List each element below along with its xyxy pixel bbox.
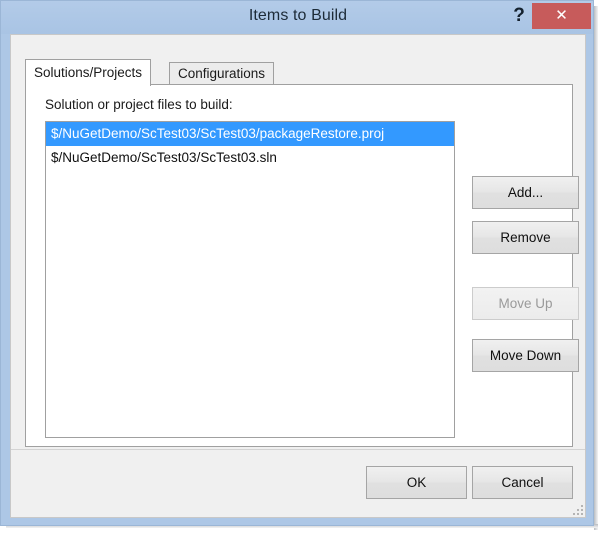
resize-grip-icon[interactable] <box>573 505 584 516</box>
tab-page-solutions-projects: Solution or project files to build: $/Nu… <box>25 84 579 447</box>
add-button[interactable]: Add... <box>472 176 579 209</box>
window-frame: Items to Build ? ✕ Solutions/Projects Co… <box>0 0 594 526</box>
list-field-label: Solution or project files to build: <box>45 97 233 112</box>
title-bar[interactable]: Items to Build ? ✕ <box>1 1 593 34</box>
window-shadow-right <box>594 6 598 530</box>
remove-button[interactable]: Remove <box>472 221 579 254</box>
dialog-window: Items to Build ? ✕ Solutions/Projects Co… <box>0 0 601 533</box>
footer-divider <box>11 449 585 450</box>
cancel-button[interactable]: Cancel <box>472 466 573 499</box>
tab-configurations[interactable]: Configurations <box>169 62 275 85</box>
tab-solutions-projects[interactable]: Solutions/Projects <box>25 59 152 86</box>
build-items-listbox[interactable]: $/NuGetDemo/ScTest03/ScTest03/packageRes… <box>45 121 455 438</box>
close-icon[interactable]: ✕ <box>532 3 591 29</box>
dialog-body: Solutions/Projects Configurations Soluti… <box>10 34 586 518</box>
list-item[interactable]: $/NuGetDemo/ScTest03/ScTest03.sln <box>46 146 454 170</box>
move-down-button[interactable]: Move Down <box>472 339 579 372</box>
move-up-button: Move Up <box>472 287 579 320</box>
ok-button[interactable]: OK <box>366 466 467 499</box>
help-icon[interactable]: ? <box>506 3 532 29</box>
tab-strip: Solutions/Projects Configurations <box>25 59 573 86</box>
list-item[interactable]: $/NuGetDemo/ScTest03/ScTest03/packageRes… <box>46 122 454 146</box>
